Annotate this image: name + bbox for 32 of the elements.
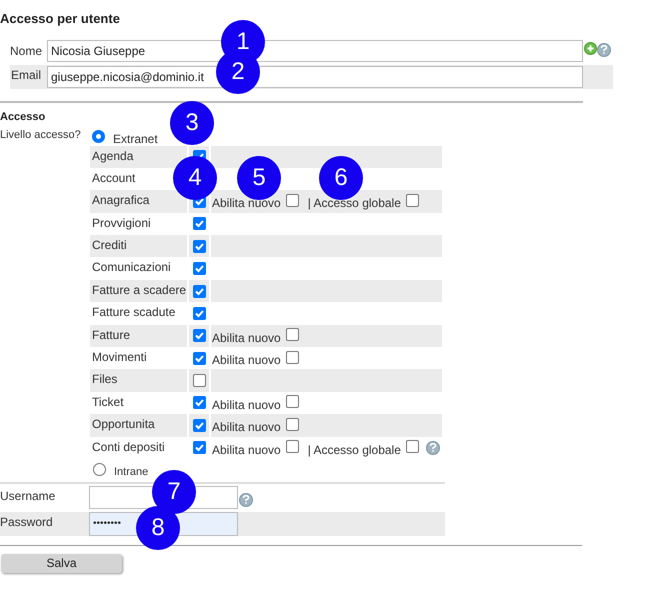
- module-label: Agenda: [90, 146, 187, 168]
- field-label: Password: [0, 514, 54, 531]
- module-label: Opportunita: [90, 414, 187, 437]
- option-label: Abilita nuovo: [212, 442, 281, 459]
- radio-label: Intrane: [114, 464, 148, 480]
- module-label: Fatture a scadere: [90, 280, 187, 302]
- callout-tooltip: 3: [170, 101, 214, 145]
- field-label: Nome: [10, 43, 44, 60]
- callout-tooltip: 8: [136, 506, 180, 550]
- option-label: Abilita nuovo: [212, 419, 281, 436]
- module-label: Fatture: [90, 324, 187, 348]
- section-title: Accesso per utente: [0, 11, 121, 27]
- module-label: Ticket: [91, 394, 125, 411]
- module-label: Anagrafica: [90, 190, 187, 213]
- radio-label: Extranet: [113, 130, 158, 148]
- module-label: Crediti: [90, 235, 187, 258]
- module-label: Account: [91, 170, 136, 187]
- option-label: Abilita nuovo: [212, 396, 281, 414]
- option-label: | Accesso globale: [308, 442, 401, 459]
- option-label: Abilita nuovo: [212, 352, 281, 370]
- option-label: Abilita nuovo: [212, 330, 281, 347]
- field-label: Username: [0, 488, 56, 505]
- section-heading: Accesso: [0, 110, 46, 125]
- module-label: Movimenti: [91, 349, 148, 366]
- module-label: Provvigioni: [91, 214, 152, 232]
- module-label: Comunicazioni: [91, 259, 172, 276]
- field-label: Livello accesso?: [0, 128, 82, 142]
- module-label: Files: [90, 369, 187, 392]
- field-label: Email: [10, 67, 42, 84]
- module-label: Fatture scadute: [91, 304, 176, 322]
- module-label: Conti depositi: [91, 438, 166, 456]
- callout-tooltip: 7: [152, 470, 196, 514]
